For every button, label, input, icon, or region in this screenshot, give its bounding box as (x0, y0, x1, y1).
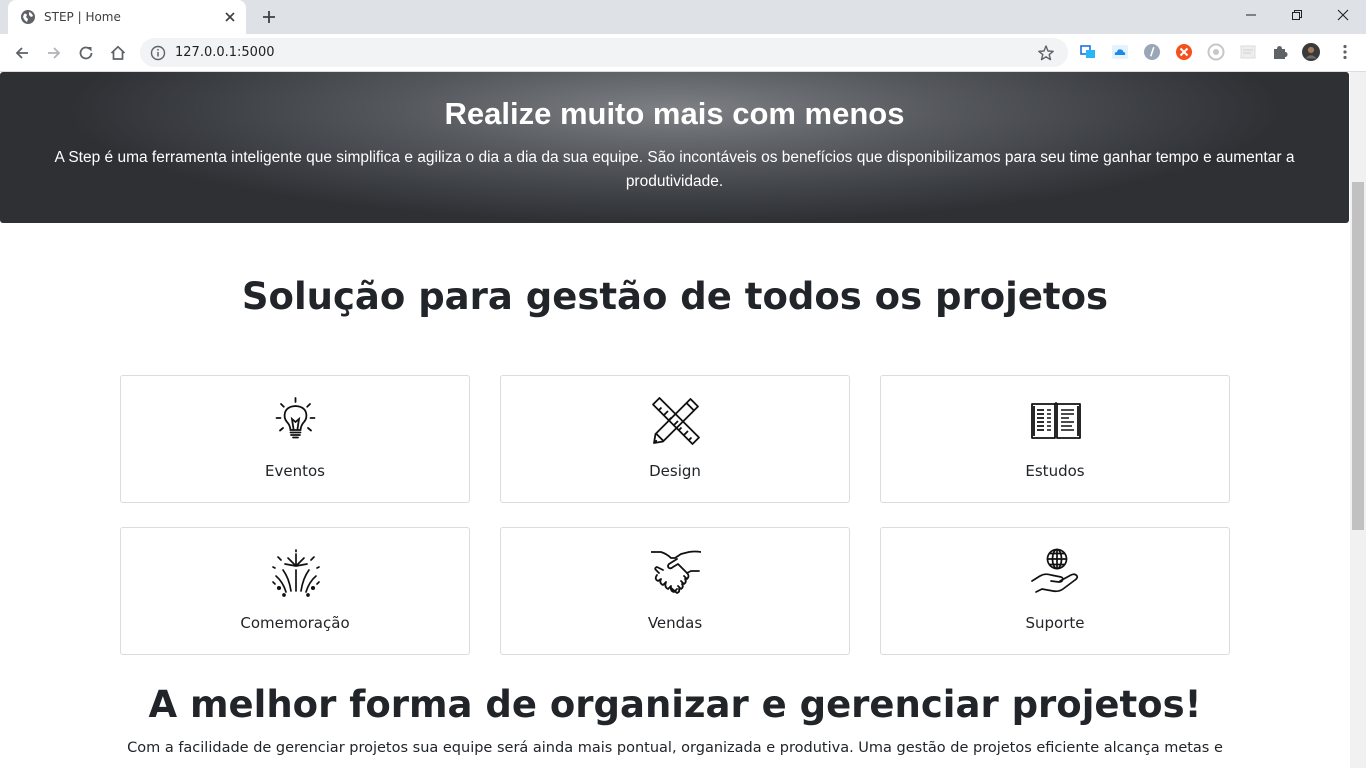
blank-extension-icon[interactable] (1239, 43, 1257, 61)
close-tab-icon[interactable] (222, 9, 238, 25)
card-label: Eventos (265, 462, 325, 480)
hero-text: A Step é uma ferramenta inteligente que … (54, 149, 1295, 190)
organize-title: A melhor forma de organizar e gerenciar … (148, 683, 1202, 726)
page-viewport: Realize muito mais com menos A Step é um… (0, 72, 1350, 768)
card-comemoracao[interactable]: Comemoração (120, 527, 470, 655)
card-label: Comemoração (240, 614, 350, 632)
page-scrollbar[interactable] (1350, 72, 1366, 768)
back-button[interactable] (9, 40, 35, 66)
card-eventos[interactable]: Eventos (120, 375, 470, 503)
browser-toolbar: 127.0.0.1:5000 (0, 34, 1366, 72)
card-estudos[interactable]: Estudos (880, 375, 1230, 503)
home-icon (110, 45, 126, 60)
new-tab-icon[interactable] (258, 6, 280, 28)
close-window-button[interactable] (1320, 0, 1366, 30)
bookmark-star-icon[interactable] (1037, 44, 1055, 62)
hero-title: Realize muito mais com menos (444, 96, 905, 131)
card-vendas[interactable]: Vendas (500, 527, 850, 655)
browser-titlebar: STEP | Home (0, 0, 1366, 34)
close-window-icon (1337, 9, 1349, 21)
puzzle-icon[interactable] (1271, 43, 1289, 61)
home-button[interactable] (105, 40, 131, 66)
arrow-right-icon (48, 47, 61, 59)
fireworks-icon (272, 549, 320, 597)
card-label: Design (649, 462, 701, 480)
script-icon[interactable] (1143, 43, 1161, 61)
info-icon[interactable] (150, 45, 166, 61)
address-bar[interactable]: 127.0.0.1:5000 (140, 38, 1068, 67)
hero-banner: Realize muito mais com menos A Step é um… (0, 72, 1349, 223)
restore-button[interactable] (1274, 0, 1320, 30)
organize-text: Com a facilidade de gerenciar projetos s… (127, 740, 1223, 756)
minimize-button[interactable] (1228, 0, 1274, 30)
globe-favicon-icon (21, 10, 35, 24)
profile-avatar[interactable] (1302, 43, 1320, 61)
card-label: Suporte (1025, 614, 1085, 632)
card-suporte[interactable]: Suporte (880, 527, 1230, 655)
browser-tab[interactable]: STEP | Home (8, 0, 246, 34)
menu-kebab-icon[interactable] (1336, 43, 1354, 61)
minimize-icon (1246, 14, 1256, 16)
refresh-circle-icon[interactable] (1207, 43, 1225, 61)
lightbulb-icon (275, 397, 316, 439)
pencil-ruler-icon (652, 397, 700, 445)
scrollbar-thumb[interactable] (1352, 182, 1364, 530)
cloud-icon[interactable] (1111, 43, 1129, 61)
screen-capture-icon[interactable] (1079, 43, 1097, 61)
card-label: Estudos (1025, 462, 1085, 480)
orange-extension-icon[interactable] (1175, 43, 1193, 61)
solutions-title: Solução para gestão de todos os projetos (241, 275, 1109, 318)
restore-icon (1292, 10, 1302, 20)
arrow-left-icon (15, 47, 28, 59)
open-book-icon (1031, 402, 1081, 439)
tab-title: STEP | Home (44, 10, 121, 24)
reload-button[interactable] (73, 40, 99, 66)
card-label: Vendas (647, 614, 703, 632)
globe-hand-icon (1031, 548, 1079, 593)
forward-button[interactable] (41, 40, 67, 66)
handshake-icon (651, 550, 701, 594)
card-design[interactable]: Design (500, 375, 850, 503)
url-text: 127.0.0.1:5000 (175, 45, 275, 60)
reload-icon (79, 46, 93, 60)
